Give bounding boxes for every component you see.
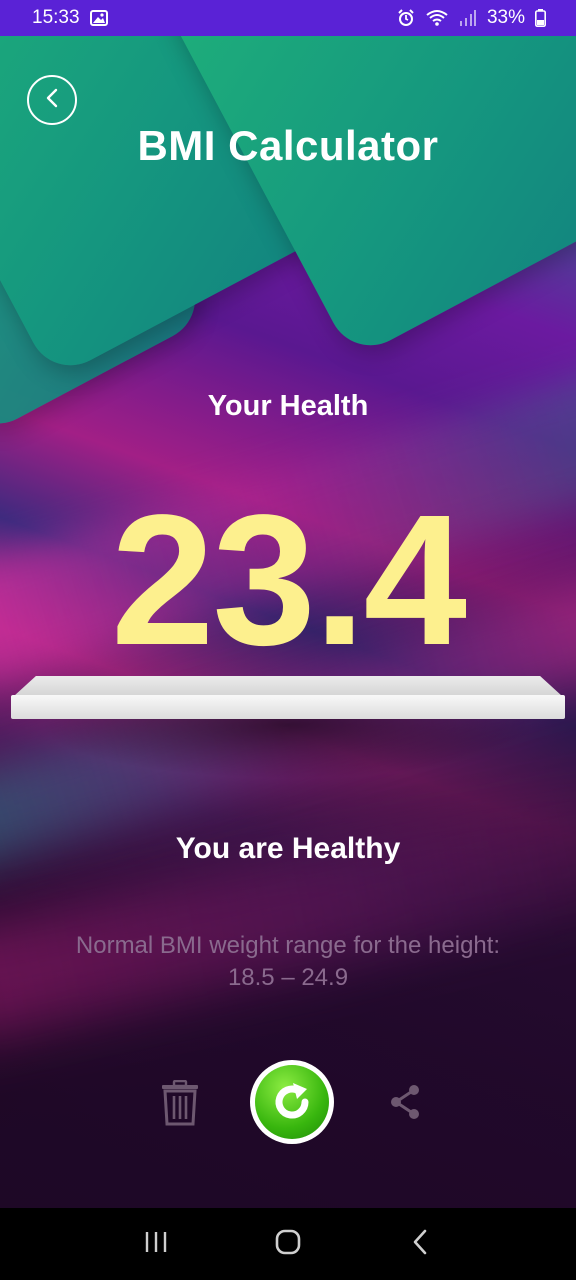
recents-icon <box>143 1230 169 1259</box>
status-time: 15:33 <box>32 7 80 28</box>
system-nav-bar <box>0 1208 576 1280</box>
bmi-range-label: Normal BMI weight range for the height: <box>75 932 501 959</box>
status-bar: 15:33 33% <box>0 0 576 36</box>
trash-icon <box>160 1079 200 1130</box>
status-right: 33% <box>397 7 546 29</box>
health-label: Your Health <box>207 390 369 422</box>
battery-percent: 33% <box>486 7 525 28</box>
page-title: BMI Calculator <box>137 122 439 169</box>
recents-button[interactable] <box>136 1224 176 1264</box>
screen: 15:33 33% BMI Calculator Your Health 23.… <box>0 0 576 1280</box>
back-icon <box>411 1229 429 1260</box>
refresh-icon <box>255 1065 329 1139</box>
back-button[interactable] <box>27 75 77 125</box>
home-icon <box>275 1229 301 1260</box>
image-icon <box>89 10 108 26</box>
alarm-icon <box>397 9 415 27</box>
bmi-range-values: 18.5 – 24.9 <box>227 964 349 991</box>
battery-icon <box>535 9 546 27</box>
bmi-value: 23.4 <box>110 477 467 684</box>
bmi-range: Normal BMI weight range for the height: … <box>30 930 546 994</box>
signal-icon <box>459 9 477 27</box>
status-left: 15:33 <box>32 7 108 29</box>
delete-button[interactable] <box>160 1079 200 1126</box>
wifi-icon <box>425 9 449 27</box>
share-button[interactable] <box>388 1082 422 1122</box>
nav-back-button[interactable] <box>400 1224 440 1264</box>
chevron-left-icon <box>44 87 60 114</box>
shelf-front <box>11 695 565 719</box>
shelf-shadow <box>40 719 536 779</box>
share-icon <box>388 1085 422 1126</box>
health-status: You are Healthy <box>175 832 401 865</box>
recalculate-button[interactable] <box>250 1060 334 1144</box>
home-button[interactable] <box>268 1224 308 1264</box>
shelf <box>14 676 562 696</box>
